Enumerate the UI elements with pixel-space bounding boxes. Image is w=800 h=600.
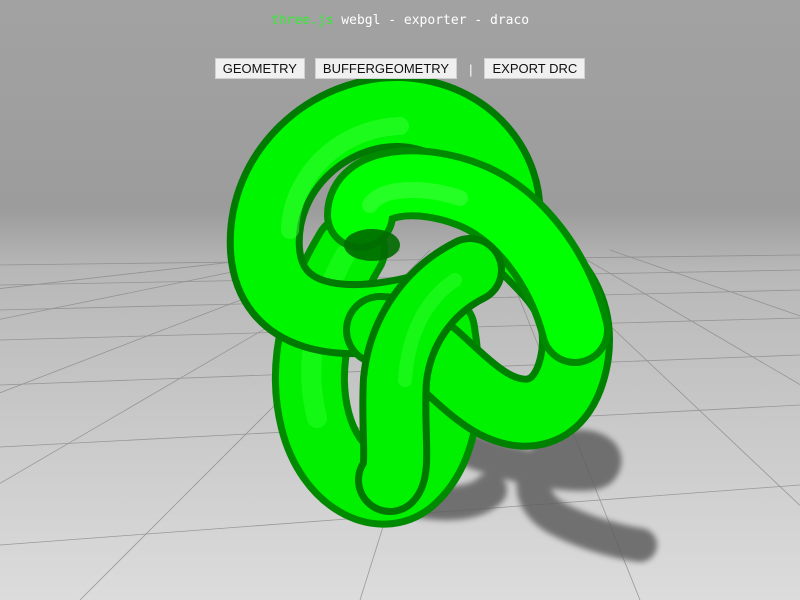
info-title: three.js webgl - exporter - draco [0, 13, 800, 29]
3d-scene-canvas[interactable] [0, 0, 800, 600]
export-buffergeometry-button[interactable]: BUFFERGEOMETRY [314, 58, 458, 79]
toolbar-separator: | [469, 62, 473, 77]
torus-knot-mesh [226, 74, 613, 528]
threejs-link[interactable]: three.js [271, 13, 334, 28]
info-title-text: webgl - exporter - draco [333, 13, 530, 28]
export-drc-button[interactable]: EXPORT DRC [484, 58, 586, 79]
exporter-toolbar: GEOMETRY BUFFERGEOMETRY | EXPORT DRC [0, 58, 800, 79]
export-geometry-button[interactable]: GEOMETRY [214, 58, 305, 79]
webgl-viewport[interactable]: three.js webgl - exporter - draco GEOMET… [0, 0, 800, 600]
